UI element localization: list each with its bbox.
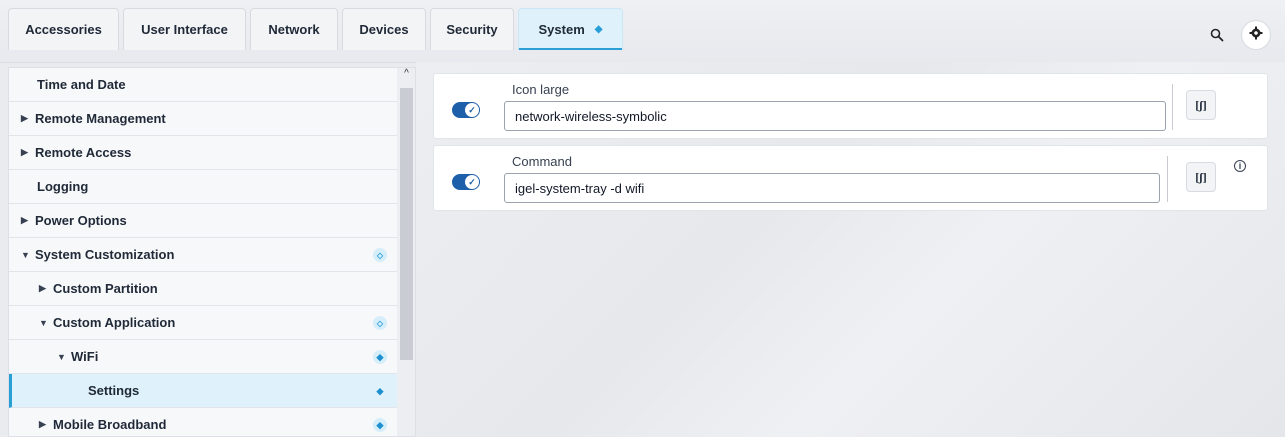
search-icon[interactable] (1204, 22, 1230, 48)
sidebar-item-label: System Customization (35, 247, 175, 262)
tab-label: Network (268, 22, 320, 37)
sidebar-item-system-customization[interactable]: ▼ System Customization ◇ (9, 238, 397, 272)
tab-network[interactable]: Network (250, 8, 338, 50)
info-icon[interactable]: i (1234, 160, 1246, 172)
modified-icon: ◆ (373, 418, 387, 432)
settings-panel: ✓ Icon large [ʃ] ✓ Command [ʃ] i (416, 62, 1285, 437)
caret-right-icon[interactable]: ▶ (39, 419, 53, 430)
tab-label: Security (446, 22, 498, 37)
sidebar-item-time-and-date[interactable]: Time and Date (9, 68, 397, 102)
sidebar-scrollbar[interactable]: ^ (397, 68, 415, 436)
sidebar-item-label: Settings (88, 383, 140, 398)
tab-accessories[interactable]: Accessories (8, 8, 119, 50)
sidebar-tree: Time and Date ▶ Remote Management ▶ Remo… (8, 67, 416, 437)
checkmark-icon: ✓ (465, 103, 479, 117)
gear-wrench-icon (1249, 26, 1263, 45)
partial-modified-icon: ◇ (373, 316, 387, 330)
tab-security[interactable]: Security (430, 8, 514, 50)
tab-user-interface[interactable]: User Interface (123, 8, 246, 50)
sidebar-item-wifi[interactable]: ▼ WiFi ◆ (9, 340, 397, 374)
caret-down-icon[interactable]: ▼ (57, 352, 71, 362)
sidebar-item-label: Remote Access (35, 145, 132, 160)
field-label: Icon large (512, 82, 570, 97)
caret-right-icon[interactable]: ▶ (21, 113, 35, 124)
sidebar-item-mobile-broadband[interactable]: ▶ Mobile Broadband ◆ (9, 408, 397, 436)
top-tab-bar: Accessories User Interface Network Devic… (0, 0, 1285, 63)
sidebar-item-power-options[interactable]: ▶ Power Options (9, 204, 397, 238)
sidebar-item-custom-application[interactable]: ▼ Custom Application ◇ (9, 306, 397, 340)
divider (1167, 156, 1168, 202)
sidebar-item-label: Time and Date (37, 77, 126, 92)
divider (1172, 84, 1173, 130)
sidebar-item-logging[interactable]: Logging (9, 170, 397, 204)
tab-label: User Interface (141, 22, 228, 37)
sidebar-item-label: Custom Application (53, 315, 176, 330)
checkmark-icon: ✓ (465, 175, 479, 189)
tab-system[interactable]: System ◆ (518, 8, 623, 50)
sidebar-item-label: WiFi (71, 349, 99, 364)
setting-card-command: ✓ Command [ʃ] i (433, 145, 1268, 211)
caret-down-icon[interactable]: ▼ (39, 318, 53, 328)
modified-icon: ◆ (376, 385, 384, 396)
setting-card-icon-large: ✓ Icon large [ʃ] (433, 73, 1268, 139)
settings-button[interactable] (1241, 20, 1271, 50)
script-button[interactable]: [ʃ] (1186, 90, 1216, 120)
sidebar-item-label: Power Options (35, 213, 127, 228)
script-button[interactable]: [ʃ] (1186, 162, 1216, 192)
sidebar-item-settings[interactable]: Settings ◆ (9, 374, 397, 408)
tab-label: Accessories (25, 22, 102, 37)
caret-right-icon[interactable]: ▶ (39, 283, 53, 294)
field-label: Command (512, 154, 572, 169)
caret-right-icon[interactable]: ▶ (21, 147, 35, 158)
partial-modified-icon: ◇ (373, 248, 387, 262)
caret-right-icon[interactable]: ▶ (21, 215, 35, 226)
enable-toggle[interactable]: ✓ (452, 174, 480, 190)
command-input[interactable] (504, 173, 1160, 203)
caret-down-icon[interactable]: ▼ (21, 250, 35, 260)
sidebar-item-custom-partition[interactable]: ▶ Custom Partition (9, 272, 397, 306)
modified-icon: ◆ (373, 350, 387, 364)
sidebar-item-label: Remote Management (35, 111, 166, 126)
sidebar-item-remote-access[interactable]: ▶ Remote Access (9, 136, 397, 170)
sidebar-item-remote-management[interactable]: ▶ Remote Management (9, 102, 397, 136)
modified-indicator-icon: ◆ (594, 24, 603, 35)
tab-devices[interactable]: Devices (342, 8, 426, 50)
sidebar-item-label: Mobile Broadband (53, 417, 167, 432)
tab-label: System (538, 22, 585, 37)
scrollbar-thumb[interactable] (400, 88, 413, 360)
icon-large-input[interactable] (504, 101, 1166, 131)
tab-label: Devices (359, 22, 409, 37)
scroll-up-arrow-icon[interactable]: ^ (399, 68, 414, 84)
sidebar-item-label: Custom Partition (53, 281, 158, 296)
enable-toggle[interactable]: ✓ (452, 102, 480, 118)
sidebar-item-label: Logging (37, 179, 89, 194)
